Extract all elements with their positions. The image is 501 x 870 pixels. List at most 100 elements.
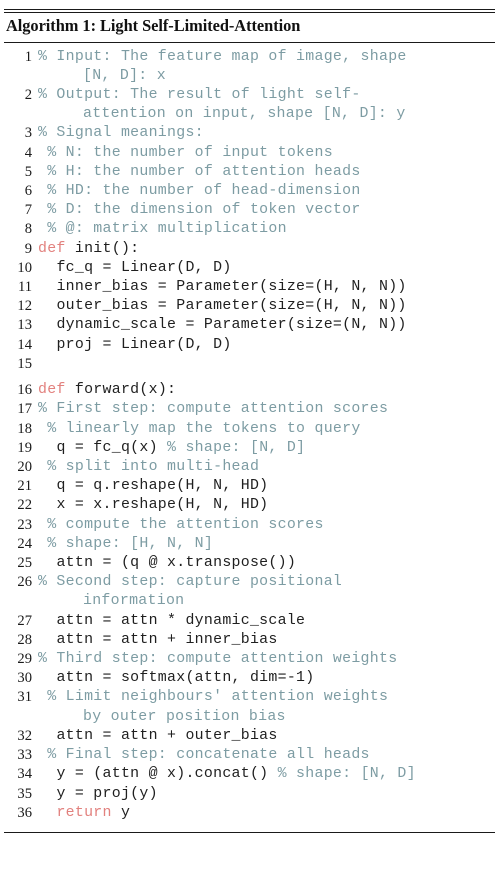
comment-token: % split into multi-head [38, 459, 260, 476]
code-line: 16 def forward(x): [0, 381, 501, 400]
line-number: 8 [24, 221, 32, 238]
comment-token: % H: the number of attention heads [38, 163, 361, 180]
algorithm-block: Algorithm 1: Light Self-Limited-Attentio… [0, 9, 501, 833]
code-line: 21 q = q.reshape(H, N, HD) [0, 477, 501, 496]
code-text: % Third step: compute attention weights [32, 650, 501, 669]
line-number: 24 [17, 535, 32, 552]
line-number: 22 [17, 497, 32, 514]
keyword-token: def [38, 240, 66, 257]
line-number: 12 [17, 298, 32, 315]
code-line: 25 attn = (q @ x.transpose()) [0, 554, 501, 573]
comment-token: % N: the number of input tokens [38, 144, 333, 161]
code-text: % @: matrix multiplication [32, 220, 501, 239]
code-token: attn = attn + outer_bias [38, 727, 278, 744]
comment-token: % Limit neighbours' attention weights [38, 689, 389, 706]
line-number: 17 [17, 401, 32, 418]
line-number: 16 [17, 382, 32, 399]
code-line: 13 dynamic_scale = Parameter(size=(N, N)… [0, 316, 501, 335]
code-line: 32 attn = attn + outer_bias [0, 727, 501, 746]
code-listing: 1% Input: The feature map of image, shap… [0, 43, 501, 823]
code-token: inner_bias = Parameter(size=(H, N, N)) [38, 279, 407, 296]
line-number: 29 [17, 651, 32, 668]
line-number: 7 [24, 202, 32, 219]
line-number: 33 [17, 747, 32, 764]
code-token: y = proj(y) [38, 785, 158, 802]
line-number: 6 [24, 183, 32, 200]
line-number: 32 [17, 727, 32, 744]
line-number: 19 [17, 439, 32, 456]
comment-token: % D: the dimension of token vector [38, 202, 361, 219]
code-line: 5 % H: the number of attention heads [0, 163, 501, 182]
wrapped-continuation-line: by outer position bias [83, 708, 286, 725]
comment-token: % Output: The result of light self- [38, 87, 361, 103]
code-line: 27 attn = attn * dynamic_scale [0, 612, 501, 631]
code-token: attn = softmax(attn, dim=-1) [38, 670, 315, 687]
code-line: 12 outer_bias = Parameter(size=(H, N, N)… [0, 297, 501, 316]
line-number: 31 [17, 689, 32, 706]
code-line: 11 inner_bias = Parameter(size=(H, N, N)… [0, 278, 501, 297]
code-line: 18 % linearly map the tokens to query [0, 420, 501, 439]
code-text: % Limit neighbours' attention weights by … [32, 688, 501, 726]
code-line: 14 proj = Linear(D, D) [0, 336, 501, 355]
code-text: x = x.reshape(H, N, HD) [32, 496, 501, 515]
code-line: 36 return y [0, 804, 501, 823]
code-line: 22 x = x.reshape(H, N, HD) [0, 496, 501, 515]
code-line: 9 def init(): [0, 240, 501, 259]
code-text: % D: the dimension of token vector [32, 201, 501, 220]
top-rule-outer [4, 9, 495, 10]
line-number: 36 [17, 804, 32, 821]
code-text: def forward(x): [32, 381, 501, 400]
comment-token: % First step: compute attention scores [38, 401, 389, 418]
code-text: inner_bias = Parameter(size=(H, N, N)) [32, 278, 501, 297]
code-line: 8 % @: matrix multiplication [0, 220, 501, 239]
code-token: forward(x): [65, 382, 177, 399]
code-text: % Signal meanings: [32, 124, 501, 143]
code-text: % Output: The result of light self-atten… [32, 86, 501, 124]
comment-token: % shape: [H, N, N] [38, 535, 214, 552]
code-token: dynamic_scale = Parameter(size=(N, N)) [38, 317, 407, 334]
code-token: attn = attn + inner_bias [38, 631, 278, 648]
line-number: 11 [17, 279, 32, 296]
code-token: outer_bias = Parameter(size=(H, N, N)) [38, 298, 407, 315]
code-line: 34 y = (attn @ x).concat() % shape: [N, … [0, 765, 501, 784]
code-text: % H: the number of attention heads [32, 163, 501, 182]
line-number: 14 [17, 336, 32, 353]
line-number: 34 [17, 766, 32, 783]
code-token: y [111, 804, 131, 821]
line-number: 35 [17, 785, 32, 802]
code-text: return y [32, 804, 501, 823]
code-token: x = x.reshape(H, N, HD) [38, 497, 269, 514]
wrapped-continuation-line: attention on input, shape [N, D]: y [83, 106, 406, 123]
trailing-comment-token: % shape: [N, D] [167, 439, 306, 456]
algorithm-caption: Algorithm 1: Light Self-Limited-Attentio… [6, 15, 301, 35]
comment-token: % Third step: compute attention weights [38, 651, 398, 668]
bottom-rule [4, 831, 495, 833]
code-token: init(): [65, 240, 140, 257]
code-text: % compute the attention scores [32, 516, 501, 535]
line-number: 13 [17, 317, 32, 334]
code-text: % Second step: capture positional informa… [32, 573, 501, 611]
code-text: % Input: The feature map of image, shape… [32, 48, 501, 86]
comment-token: % linearly map the tokens to query [38, 420, 361, 437]
code-text: proj = Linear(D, D) [32, 336, 501, 355]
code-line: 19 q = fc_q(x) % shape: [N, D] [0, 439, 501, 458]
keyword-token: def [38, 382, 66, 399]
code-line: 17 % First step: compute attention scores [0, 400, 501, 419]
code-text: q = q.reshape(H, N, HD) [32, 477, 501, 496]
comment-token: % Second step: capture positional [38, 574, 343, 591]
code-line: 28 attn = attn + inner_bias [0, 631, 501, 650]
code-token: q = q.reshape(H, N, HD) [38, 478, 269, 495]
code-token: attn = attn * dynamic_scale [38, 612, 306, 629]
line-number: 10 [17, 259, 32, 276]
code-line: 20 % split into multi-head [0, 458, 501, 477]
code-line: 29 % Third step: compute attention weight… [0, 650, 501, 669]
code-text: attn = attn + inner_bias [32, 631, 501, 650]
line-number: 18 [17, 420, 32, 437]
code-line: 23 % compute the attention scores [0, 516, 501, 535]
code-text: q = fc_q(x) % shape: [N, D] [32, 439, 501, 458]
comment-token: % HD: the number of head-dimension [38, 183, 361, 200]
line-number: 20 [17, 459, 32, 476]
code-line: 33 % Final step: concatenate all heads [0, 746, 501, 765]
code-token: fc_q = Linear(D, D) [38, 259, 232, 276]
comment-token: % Input: The feature map of image, shape [38, 48, 407, 65]
